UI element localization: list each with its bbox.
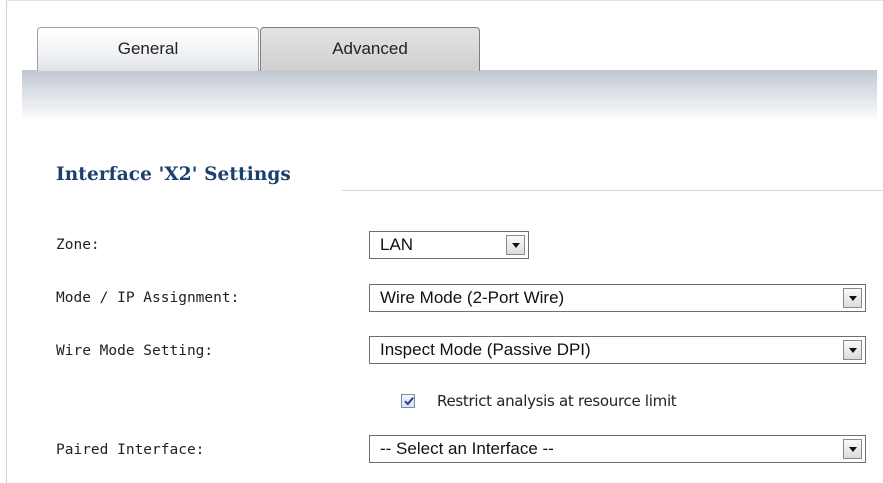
- mode-ip-assignment-label: Mode / IP Assignment:: [56, 290, 240, 306]
- zone-label: Zone:: [56, 237, 100, 253]
- chevron-down-icon[interactable]: [843, 288, 862, 308]
- chevron-down-icon[interactable]: [506, 235, 525, 255]
- chevron-down-icon[interactable]: [843, 340, 862, 360]
- mode-ip-assignment-select[interactable]: Wire Mode (2-Port Wire): [369, 284, 866, 312]
- wire-mode-setting-select[interactable]: Inspect Mode (Passive DPI): [369, 336, 866, 364]
- paired-interface-select[interactable]: -- Select an Interface --: [369, 435, 866, 463]
- section-title: Interface 'X2' Settings: [56, 164, 291, 185]
- zone-select[interactable]: LAN: [369, 231, 529, 259]
- chevron-down-icon[interactable]: [843, 439, 862, 459]
- paired-interface-label: Paired Interface:: [56, 442, 205, 458]
- restrict-analysis-label: Restrict analysis at resource limit: [437, 392, 677, 410]
- zone-select-value: LAN: [380, 235, 414, 254]
- checkmark-icon: [404, 396, 414, 406]
- tab-bar-background: [22, 70, 877, 122]
- restrict-analysis-checkbox[interactable]: [401, 394, 415, 408]
- wire-mode-setting-label: Wire Mode Setting:: [56, 343, 214, 359]
- tab-advanced[interactable]: Advanced: [260, 27, 480, 71]
- tab-general[interactable]: General: [37, 27, 259, 71]
- paired-interface-value: -- Select an Interface --: [380, 439, 554, 458]
- section-divider: [342, 190, 883, 191]
- wire-mode-setting-value: Inspect Mode (Passive DPI): [380, 340, 591, 359]
- mode-ip-assignment-value: Wire Mode (2-Port Wire): [380, 288, 565, 307]
